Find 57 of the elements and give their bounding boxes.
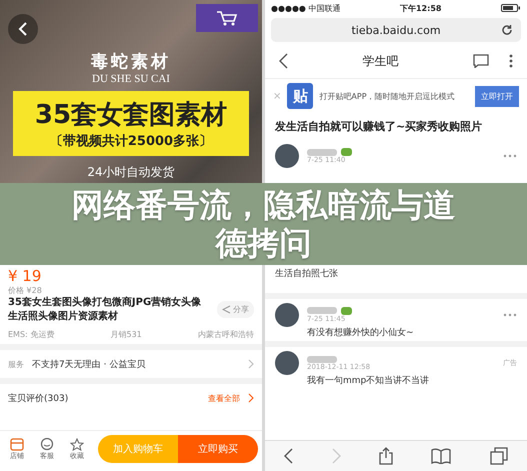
address-bar[interactable]: tieba.baidu.com bbox=[271, 18, 521, 42]
post-text: 我有一句mmp不知当讲不当讲 bbox=[307, 375, 430, 388]
post-text: 有没有想赚外快的小仙女~ bbox=[307, 326, 415, 340]
status-time: 下午12:58 bbox=[400, 2, 442, 14]
service-value: 不支持7天无理由 · 公益宝贝 bbox=[32, 358, 146, 370]
meta-text: 内蒙古呼和浩特 bbox=[198, 329, 254, 340]
back-icon[interactable] bbox=[284, 448, 294, 464]
back-icon[interactable] bbox=[279, 53, 288, 69]
chat-icon bbox=[40, 438, 54, 450]
open-app-button[interactable]: 立即打开 bbox=[475, 86, 519, 106]
page-title: 学生吧 bbox=[362, 52, 400, 70]
bookmarks-icon[interactable] bbox=[431, 448, 452, 464]
avatar bbox=[275, 351, 299, 376]
chevron-left-icon bbox=[18, 22, 28, 36]
app-icon: 贴 bbox=[287, 83, 314, 109]
banner-subline: 〔带视频共计25000多张〕 bbox=[50, 133, 212, 150]
banner-headline: 35套女套图素材 bbox=[34, 99, 228, 132]
chevron-icon bbox=[248, 393, 254, 403]
post-text: 生活自拍照七张 bbox=[275, 268, 339, 281]
back-button[interactable] bbox=[8, 14, 38, 44]
brand-title: 毒蛇素材 bbox=[91, 51, 171, 73]
url-text: tieba.baidu.com bbox=[351, 24, 441, 36]
star-icon bbox=[70, 438, 84, 450]
store-icon bbox=[10, 438, 24, 450]
view-all-link[interactable]: 查看全部 bbox=[208, 392, 240, 404]
brand-subtitle: DU SHE SU CAI bbox=[92, 73, 170, 85]
shipping-note: 24小时自动发货 bbox=[87, 164, 175, 181]
app-promo-text: 打开贴吧APP，随时随地开启逗比模式 bbox=[319, 90, 456, 102]
meta-text: 月销531 bbox=[110, 329, 142, 340]
headline-text: 德拷问 bbox=[216, 224, 312, 262]
blurred-username bbox=[307, 148, 337, 156]
original-price: 价格 ¥28 bbox=[8, 285, 43, 296]
headline-text: 网络番号流，隐私暗流与道 bbox=[72, 186, 456, 224]
avatar bbox=[275, 144, 299, 168]
more-icon[interactable] bbox=[509, 54, 513, 68]
comment-icon[interactable] bbox=[473, 54, 489, 68]
product-title: 35套女生套图头像打包微商JPG营销女头像生活照头像图片资源素材 bbox=[8, 296, 202, 323]
reviews-label: 宝贝评价(303) bbox=[8, 392, 70, 404]
service-label: 服务 bbox=[8, 358, 24, 370]
chevron-icon bbox=[248, 359, 254, 369]
cart-icon[interactable] bbox=[196, 4, 258, 32]
blurred-username bbox=[307, 356, 337, 363]
carrier-text: ●●●●● 中国联通 bbox=[271, 2, 340, 14]
share-icon bbox=[222, 305, 231, 314]
meta-text: EMS: 免运费 bbox=[8, 329, 54, 340]
post-title: 发生活自拍就可以赚钱了~买家秀收购照片 bbox=[274, 119, 484, 135]
tabs-icon[interactable] bbox=[490, 447, 508, 465]
level-badge-icon bbox=[341, 148, 352, 156]
share-icon[interactable] bbox=[378, 447, 393, 465]
avatar bbox=[275, 302, 299, 327]
price: ¥ 19 bbox=[8, 267, 42, 285]
level-badge-icon bbox=[341, 306, 352, 315]
battery-icon bbox=[500, 4, 521, 12]
buy-now-button[interactable]: 立即购买 bbox=[178, 435, 258, 463]
share-button[interactable]: 分享 bbox=[217, 301, 254, 318]
reload-icon[interactable] bbox=[501, 24, 513, 36]
blurred-username bbox=[307, 307, 337, 314]
